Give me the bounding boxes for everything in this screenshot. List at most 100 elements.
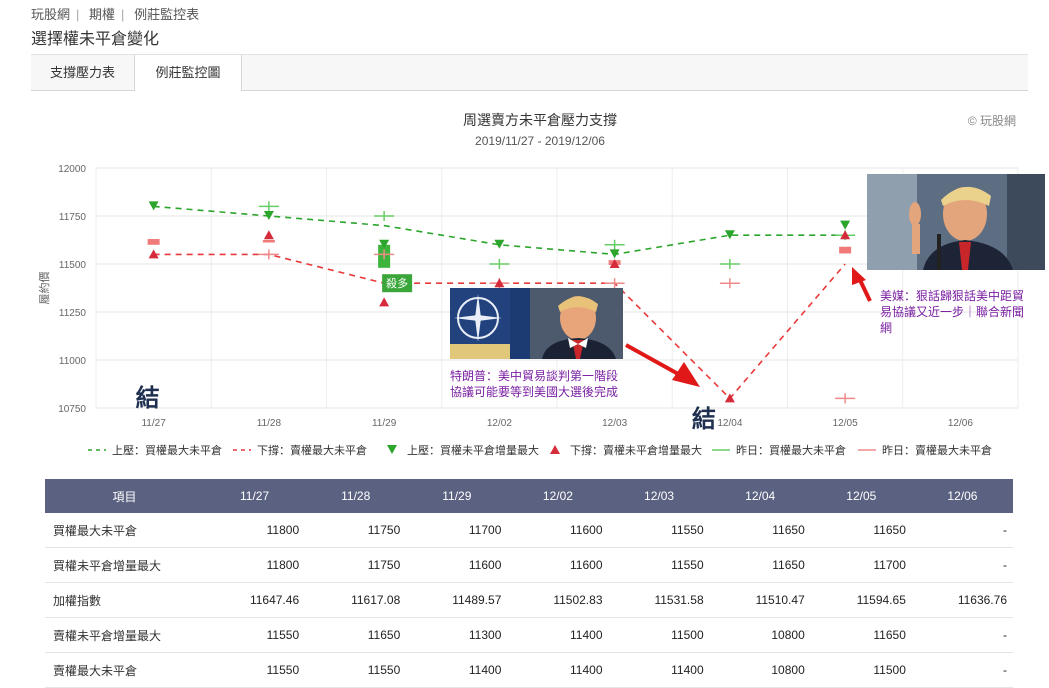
breadcrumb: 玩股網 | 期權 | 例莊監控表 [31,4,199,23]
table-row: 買權最大未平倉 11800 11750 11700 11600 11550 11650 116… [45,513,1013,548]
index-candle [147,239,160,245]
table-header-item: 項目 [45,479,204,513]
table-header-row: 項目 11/27 11/28 11/29 12/02 12/03 12/04 12/05 12/… [45,479,1013,513]
call-increase-marker [840,220,851,230]
table-cell: 11617.08 [305,582,407,618]
page-title: 選擇權未平倉變化 [31,31,160,48]
arrow-shaft [858,279,872,302]
chart: 周選賣方未平倉壓力支撐 2019/11/27 - 2019/12/06 © 玩股網 1… [37,112,1019,457]
legend-label: 下撐：賣權最大未平倉 [257,443,367,457]
table-cell: 11400 [608,652,710,688]
y-tick-label: 12000 [58,164,86,175]
table-header-date: 12/06 [911,479,1013,513]
table-cell: 11510.47 [709,582,811,618]
chart-subtitle: 2019/11/27 - 2019/12/06 [475,134,605,148]
x-tick-label: 12/06 [948,418,973,429]
x-tick-label: 12/02 [487,418,512,429]
breadcrumb-separator: | [121,7,125,22]
x-tick-label: 11/28 [257,418,282,429]
photo-illustration [450,288,623,359]
row-label: 賣權最大未平倉 [45,652,204,688]
table-header-date: 11/27 [204,479,306,513]
breadcrumb-separator: | [76,7,80,22]
tab-support-resistance[interactable]: 支撐壓力表 [31,55,134,90]
table-cell: 11700 [406,513,508,548]
table-cell: 11550 [305,652,407,688]
legend-label: 上壓：買權最大未平倉 [112,443,222,457]
y-axis-label: 履約價 [37,272,51,305]
table-header-date: 12/03 [608,479,710,513]
table-header-date: 12/02 [507,479,609,513]
table-cell: 11531.58 [608,582,710,618]
chart-title: 周選賣方未平倉壓力支撐 [463,112,617,128]
arrow-head [852,267,866,285]
x-tick-label: 12/04 [717,418,742,429]
breadcrumb-item[interactable]: 例莊監控表 [134,7,199,22]
y-tick-label: 11000 [59,356,87,367]
row-label: 買權最大未平倉 [45,513,204,548]
table-cell: 11650 [709,513,811,548]
table-cell: 11500 [608,617,710,653]
table-cell: 11550 [204,617,306,653]
breadcrumb-item[interactable]: 期權 [89,7,115,22]
table-cell: 11647.46 [204,582,306,618]
table-cell: 11650 [709,547,811,583]
tab-monitor-chart[interactable]: 例莊監控圖 [134,55,242,91]
table-cell: 11650 [305,617,407,653]
table-cell: 11500 [810,652,912,688]
breadcrumb-item[interactable]: 玩股網 [31,7,70,22]
legend-symbol [550,445,560,454]
table-cell: 11502.83 [507,582,609,618]
x-tick-label: 11/29 [372,418,397,429]
y-tick-label: 11500 [59,260,87,271]
table-cell: - [911,547,1013,583]
table-cell: 11600 [507,513,609,548]
table-cell: - [911,513,1013,548]
y-tick-label: 11250 [59,308,87,319]
table-cell: 11400 [406,652,508,688]
table-cell: 11600 [406,547,508,583]
x-tick-label: 12/03 [602,418,627,429]
table-header-date: 12/05 [810,479,912,513]
table-row: 買權未平倉增量最大 11800 11750 11600 11600 11550 11650 1… [45,547,1013,583]
y-tick-label: 11750 [59,212,87,223]
table-cell: 10800 [709,652,811,688]
photo-illustration [867,174,1045,270]
settle-mark: 結 [692,405,716,433]
table-row: 賣權最大未平倉 11550 11550 11400 11400 11400 10800 115… [45,652,1013,688]
news-caption-2: 美媒：狠話歸狠話美中距貿易協議又近一步｜聯合新聞網 [880,289,1025,335]
table-row: 賣權未平倉增量最大 11550 11650 11300 11400 11500 10800 1… [45,617,1013,653]
x-tick-label: 12/05 [833,418,858,429]
table-cell: 11800 [204,547,306,583]
table-cell: 11750 [305,547,407,583]
table-cell: 11489.57 [406,582,508,618]
table-cell: 11550 [608,513,710,548]
table-cell: 11650 [810,617,912,653]
settle-mark: 結 [136,384,160,412]
data-table: 項目 11/27 11/28 11/29 12/02 12/03 12/04 12/05 12/… [45,479,1013,688]
table-cell: 11550 [608,547,710,583]
table-cell: - [911,617,1013,653]
y-tick-label: 10750 [58,404,86,415]
put-increase-marker [379,297,390,307]
table-header-date: 12/04 [709,479,811,513]
row-label: 賣權未平倉增量最大 [45,617,204,653]
legend-label: 下撐：賣權未平倉增量最大 [570,443,702,457]
row-label: 買權未平倉增量最大 [45,547,204,583]
table-row: 加權指數 11647.46 11617.08 11489.57 11502.83 1153… [45,582,1013,618]
table-header-date: 11/28 [305,479,407,513]
news-caption-1: 特朗普：美中貿易談判第一階段協議可能要等到美國大選後完成 [450,369,619,399]
table-cell: 11636.76 [911,582,1013,618]
row-label: 加權指數 [45,582,204,618]
table-cell: 11700 [810,547,912,583]
legend-symbol [387,445,397,454]
tab-bar: 支撐壓力表 例莊監控圖 [31,54,1028,91]
table-cell: 11300 [406,617,508,653]
chart-credit: © 玩股網 [968,114,1016,128]
table-cell: 11550 [204,652,306,688]
put-increase-marker [263,230,274,240]
legend-label: 上壓：買權未平倉增量最大 [407,443,539,457]
table-cell: 11400 [507,652,609,688]
table-cell: 11594.65 [810,582,912,618]
x-tick-label: 11/27 [141,418,166,429]
